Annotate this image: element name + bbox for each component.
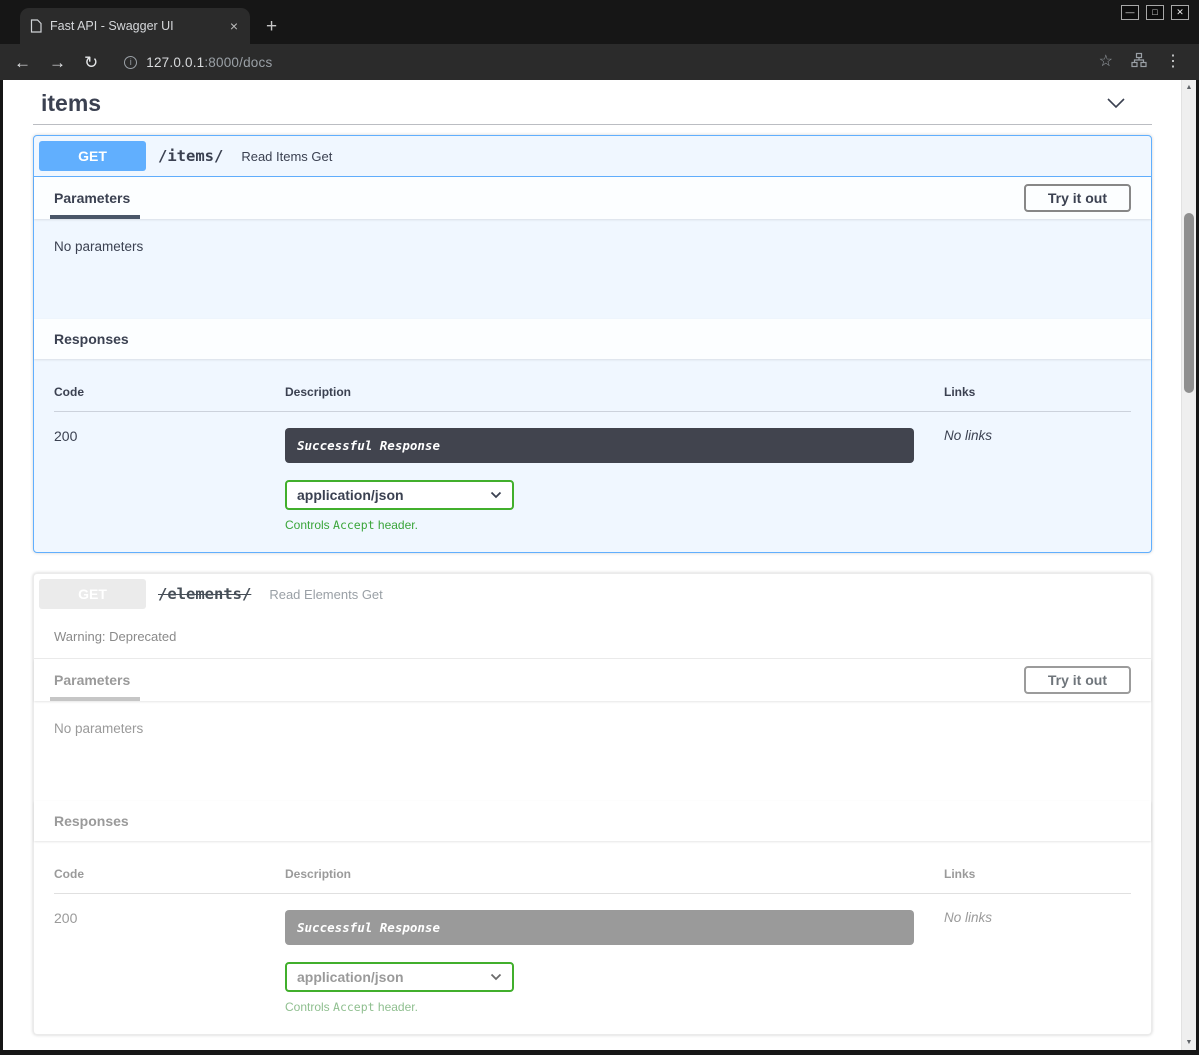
back-icon[interactable]: ← <box>14 54 31 71</box>
no-parameters-text: No parameters <box>34 219 1151 319</box>
page-scrollbar[interactable]: ▲ ▼ <box>1181 80 1196 1050</box>
parameters-section-header: Parameters Try it out <box>34 177 1151 219</box>
description-column-header: Description <box>285 867 944 881</box>
deprecated-warning: Warning: Deprecated <box>34 614 1151 659</box>
bookmark-star-icon[interactable]: ☆ <box>1099 54 1113 70</box>
tab-close-icon[interactable]: × <box>228 18 240 34</box>
accept-note-suffix: header. <box>375 518 418 532</box>
response-description-cell: Successful Response application/json Con… <box>285 428 944 532</box>
accept-note-prefix: Controls <box>285 518 333 532</box>
accept-header-note: Controls Accept header. <box>285 1000 914 1014</box>
operation-path: /elements/ <box>158 585 251 603</box>
close-button[interactable]: ✕ <box>1171 5 1189 20</box>
opblock-get-items: GET /items/ Read Items Get Parameters Tr… <box>33 135 1152 553</box>
response-description-cell: Successful Response application/json Con… <box>285 910 944 1014</box>
url-text: 127.0.0.1:8000/docs <box>146 55 272 70</box>
accept-note-code: Accept <box>333 518 375 532</box>
operation-body: Parameters Try it out No parameters Resp… <box>34 177 1151 552</box>
scroll-down-icon[interactable]: ▼ <box>1182 1035 1196 1050</box>
responses-heading: Responses <box>54 331 129 347</box>
tab-title: Fast API - Swagger UI <box>50 19 220 33</box>
operation-summary-text: Read Items Get <box>241 149 332 164</box>
chevron-down-icon <box>490 491 502 499</box>
method-badge: GET <box>39 579 146 609</box>
maximize-button[interactable]: □ <box>1146 5 1164 20</box>
minimize-button[interactable]: — <box>1121 5 1139 20</box>
parameters-section-header: Parameters Try it out <box>34 659 1151 701</box>
parameters-tab[interactable]: Parameters <box>54 177 130 219</box>
scrollbar-thumb[interactable] <box>1184 213 1194 393</box>
browser-toolbar: ← → ↻ 127.0.0.1:8000/docs ☆ ⋮ <box>0 44 1199 80</box>
links-value: No links <box>944 428 1131 532</box>
response-description: Successful Response <box>285 428 914 463</box>
content-type-select[interactable]: application/json <box>285 480 514 510</box>
method-badge: GET <box>39 141 146 171</box>
code-column-header: Code <box>54 867 285 881</box>
browser-window: Fast API - Swagger UI × + — □ ✕ ← → ↻ 12… <box>0 0 1199 1055</box>
responses-heading: Responses <box>54 813 129 829</box>
swagger-page: items GET /items/ Read Items Get Paramet… <box>3 80 1196 1035</box>
site-info-icon[interactable] <box>124 56 137 69</box>
parameters-tab-label: Parameters <box>54 672 130 688</box>
scroll-up-icon[interactable]: ▲ <box>1182 80 1196 95</box>
accept-header-note: Controls Accept header. <box>285 518 914 532</box>
responses-table: Code Description Links 200 Successful Re… <box>34 841 1151 1034</box>
links-column-header: Links <box>944 385 1131 399</box>
try-it-out-button[interactable]: Try it out <box>1024 666 1131 694</box>
description-column-header: Description <box>285 385 944 399</box>
parameters-tab-label: Parameters <box>54 190 130 206</box>
response-description: Successful Response <box>285 910 914 945</box>
new-tab-button[interactable]: + <box>266 17 277 36</box>
toolbar-actions: ☆ ⋮ <box>1099 52 1185 72</box>
reload-icon[interactable]: ↻ <box>84 54 98 71</box>
content-type-select[interactable]: application/json <box>285 962 514 992</box>
accept-note-code: Accept <box>333 1000 375 1014</box>
window-controls: — □ ✕ <box>1121 5 1189 20</box>
browser-tab[interactable]: Fast API - Swagger UI × <box>20 8 250 44</box>
accept-note-suffix: header. <box>375 1000 418 1014</box>
operation-summary[interactable]: GET /elements/ Read Elements Get <box>34 574 1151 614</box>
responses-table-header: Code Description Links <box>54 867 1131 894</box>
address-bar[interactable]: 127.0.0.1:8000/docs <box>116 55 1080 70</box>
response-row: 200 Successful Response application/json… <box>54 412 1131 532</box>
forward-icon[interactable]: → <box>49 54 66 71</box>
status-code: 200 <box>54 428 285 532</box>
opblock-get-elements-deprecated: GET /elements/ Read Elements Get Warning… <box>33 573 1152 1035</box>
links-column-header: Links <box>944 867 1131 881</box>
parameters-tab[interactable]: Parameters <box>54 659 130 701</box>
responses-section-header: Responses <box>34 319 1151 359</box>
content-type-value: application/json <box>297 487 404 503</box>
url-host: 127.0.0.1 <box>146 55 204 70</box>
code-column-header: Code <box>54 385 285 399</box>
operation-summary[interactable]: GET /items/ Read Items Get <box>34 136 1151 177</box>
url-path: :8000/docs <box>204 55 272 70</box>
content-type-value: application/json <box>297 969 404 985</box>
responses-table-header: Code Description Links <box>54 385 1131 412</box>
links-value: No links <box>944 910 1131 1014</box>
chevron-down-icon[interactable] <box>1106 97 1144 109</box>
operation-body: Parameters Try it out No parameters Resp… <box>34 659 1151 1034</box>
chevron-down-icon <box>490 973 502 981</box>
browser-menu-icon[interactable]: ⋮ <box>1165 54 1181 70</box>
tab-bar: Fast API - Swagger UI × + — □ ✕ <box>0 0 1199 44</box>
try-it-out-button[interactable]: Try it out <box>1024 184 1131 212</box>
page-viewport: items GET /items/ Read Items Get Paramet… <box>3 80 1196 1050</box>
status-code: 200 <box>54 910 285 1014</box>
operation-summary-text: Read Elements Get <box>269 587 382 602</box>
no-parameters-text: No parameters <box>34 701 1151 801</box>
operation-path: /items/ <box>158 147 223 165</box>
responses-section-header: Responses <box>34 801 1151 841</box>
response-row: 200 Successful Response application/json… <box>54 894 1131 1014</box>
section-title: items <box>41 90 101 116</box>
tag-section-header[interactable]: items <box>33 82 1152 125</box>
accept-note-prefix: Controls <box>285 1000 333 1014</box>
responses-table: Code Description Links 200 Successful Re… <box>34 359 1151 552</box>
tab-groups-icon[interactable] <box>1131 52 1147 72</box>
page-icon <box>30 19 42 33</box>
